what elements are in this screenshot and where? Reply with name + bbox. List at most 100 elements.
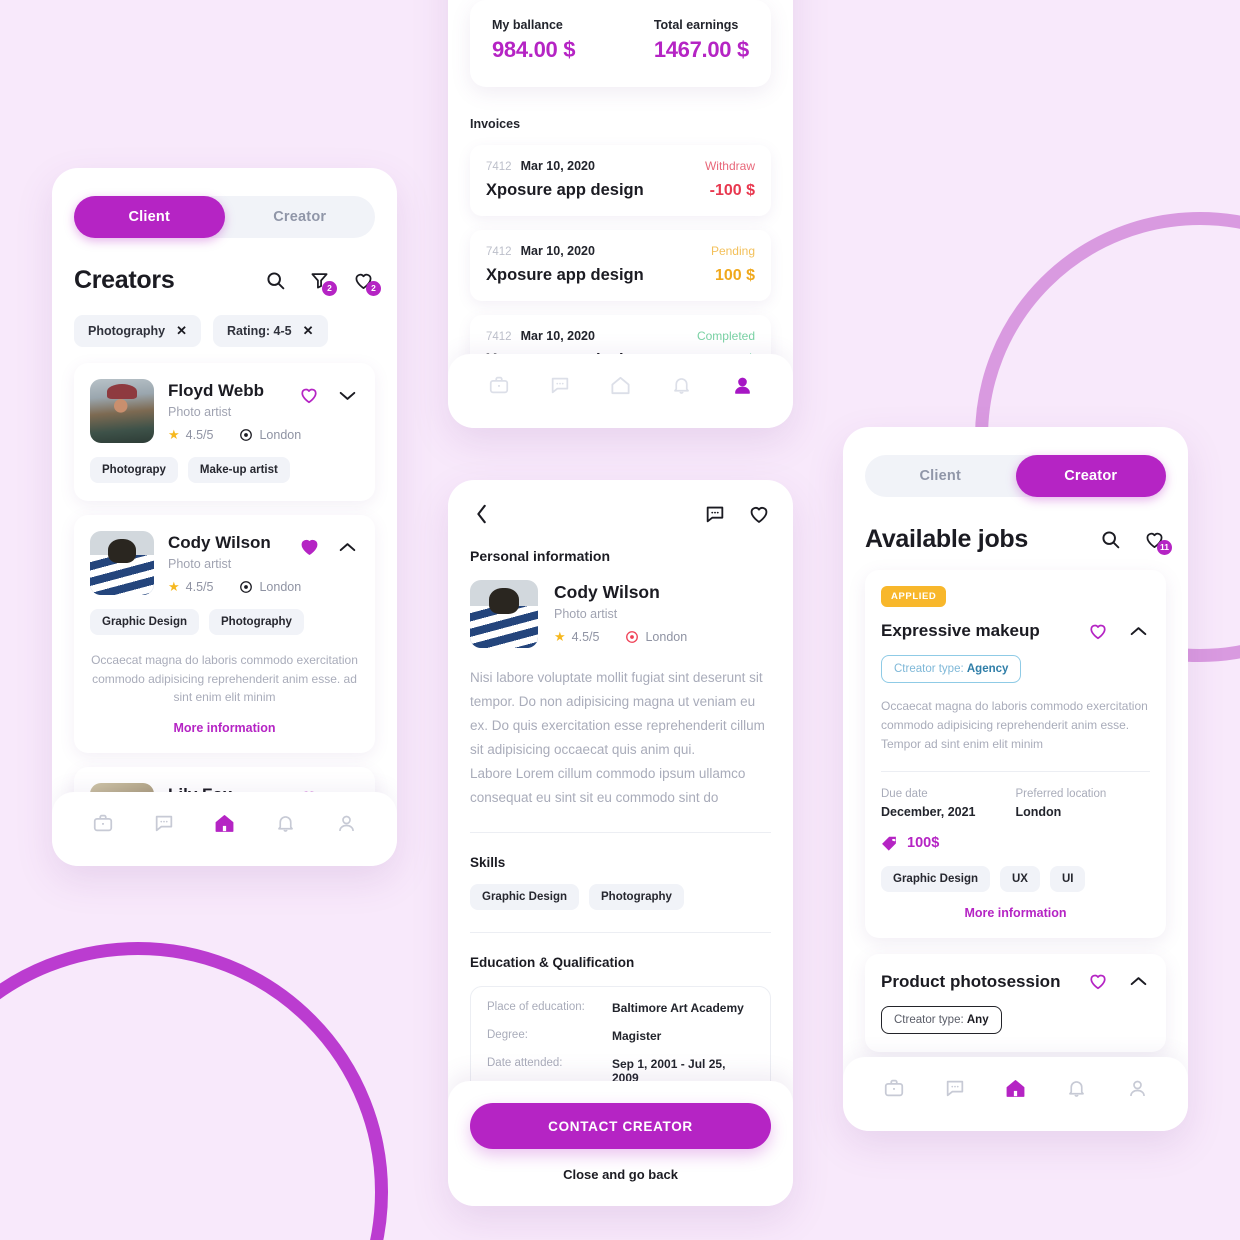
nav-profile-icon[interactable] bbox=[332, 808, 362, 838]
invoice-row[interactable]: 7412 Mar 10, 2020 Withdraw Xposure app d… bbox=[470, 145, 771, 216]
star-icon: ★ bbox=[168, 579, 180, 594]
creator-name: Cody Wilson bbox=[168, 533, 271, 552]
favorite-heart-icon-filled[interactable] bbox=[297, 535, 321, 559]
price-tag-icon bbox=[882, 836, 896, 851]
chevron-down-icon[interactable] bbox=[335, 383, 359, 407]
location-value: London bbox=[259, 428, 302, 442]
segment-client[interactable]: Client bbox=[74, 196, 225, 238]
creator-type-value: Agency bbox=[966, 663, 1009, 675]
close-icon[interactable]: ✕ bbox=[176, 323, 187, 339]
segment-creator[interactable]: Creator bbox=[1015, 455, 1166, 497]
avatar bbox=[90, 531, 154, 595]
nav-chat-icon[interactable] bbox=[940, 1073, 970, 1103]
close-icon[interactable]: ✕ bbox=[303, 323, 314, 339]
nav-briefcase-icon[interactable] bbox=[484, 370, 514, 400]
creator-card-header: Floyd Webb Photo artist ★ 4.5/5 London bbox=[90, 379, 359, 443]
job-card[interactable]: APPLIED Expressive makeup Ctreator type:… bbox=[865, 570, 1166, 938]
phone-available-jobs: Client Creator Available jobs 11 APPLIED… bbox=[843, 427, 1188, 1131]
chat-icon[interactable] bbox=[703, 502, 727, 526]
skill-tag: Graphic Design bbox=[470, 884, 579, 911]
creator-type-prefix: Ctreator type: bbox=[894, 1013, 967, 1026]
chevron-up-icon[interactable] bbox=[1126, 619, 1150, 643]
nav-chat-icon[interactable] bbox=[149, 808, 179, 838]
nav-home-icon[interactable] bbox=[210, 808, 240, 838]
search-icon[interactable] bbox=[1098, 528, 1122, 552]
more-information-link[interactable]: More information bbox=[881, 906, 1150, 920]
nav-briefcase-icon[interactable] bbox=[879, 1073, 909, 1103]
back-arrow-icon[interactable] bbox=[470, 502, 494, 526]
job-price: 100$ bbox=[907, 835, 940, 852]
location-stat: London bbox=[239, 428, 301, 442]
filter-icon[interactable]: 2 bbox=[307, 269, 337, 296]
nav-profile-icon[interactable] bbox=[728, 370, 758, 400]
balance-card: My ballance 984.00 $ Total earnings 1467… bbox=[470, 0, 771, 87]
rating-value: 4.5/5 bbox=[185, 580, 214, 594]
segment-creator[interactable]: Creator bbox=[225, 196, 376, 238]
invoice-row-top: 7412 Mar 10, 2020 Withdraw bbox=[486, 159, 755, 173]
contact-creator-button[interactable]: CONTACT CREATOR bbox=[470, 1103, 771, 1149]
location-value: London bbox=[1015, 804, 1062, 819]
location-column: Preferred location London bbox=[1016, 788, 1151, 819]
role-segmented-control[interactable]: Client Creator bbox=[74, 196, 375, 238]
education-key: Degree: bbox=[487, 1029, 528, 1042]
profile-bio-paragraph-1: Nisi labore voluptate mollit fugiat sint… bbox=[470, 670, 765, 758]
filter-chip-rating[interactable]: Rating: 4-5 ✕ bbox=[213, 315, 328, 347]
invoice-row[interactable]: 7412 Mar 10, 2020 Pending Xposure app de… bbox=[470, 230, 771, 301]
active-filters: Photography ✕ Rating: 4-5 ✕ bbox=[74, 315, 375, 347]
segment-client[interactable]: Client bbox=[865, 455, 1016, 497]
education-row: Degree: Magister bbox=[487, 1029, 754, 1043]
phone-creator-profile: Personal information Cody Wilson Photo a… bbox=[448, 480, 793, 1206]
balance-column: My ballance 984.00 $ bbox=[492, 18, 576, 63]
filter-chip-photography[interactable]: Photography ✕ bbox=[74, 315, 201, 347]
favorite-heart-icon[interactable] bbox=[1086, 619, 1110, 643]
rating-stat: ★ 4.5/5 bbox=[168, 427, 213, 443]
creator-card-meta: Cody Wilson Photo artist ★ 4.5/5 London bbox=[168, 531, 301, 595]
creator-role: Photo artist bbox=[168, 405, 232, 419]
nav-bell-icon[interactable] bbox=[1062, 1073, 1092, 1103]
location-stat: London bbox=[239, 580, 301, 594]
chevron-up-icon[interactable] bbox=[1126, 970, 1150, 994]
close-and-go-back-button[interactable]: Close and go back bbox=[470, 1167, 771, 1182]
title-icon-group: 11 bbox=[1098, 528, 1172, 555]
job-title: Product photosession bbox=[881, 971, 1061, 991]
tag: Graphic Design bbox=[90, 609, 199, 635]
favorite-heart-icon[interactable] bbox=[1086, 970, 1110, 994]
education-key: Place of education: bbox=[487, 1001, 585, 1014]
favorite-heart-icon[interactable] bbox=[747, 502, 771, 526]
favorite-heart-icon[interactable] bbox=[297, 383, 321, 407]
creator-card[interactable]: Cody Wilson Photo artist ★ 4.5/5 London … bbox=[74, 515, 375, 753]
creator-stats: ★ 4.5/5 London bbox=[168, 579, 301, 595]
chevron-up-icon[interactable] bbox=[335, 535, 359, 559]
location-pin-icon bbox=[626, 631, 639, 643]
job-description: Occaecat magna do laboris commodo exerci… bbox=[881, 699, 1148, 752]
status-badge: APPLIED bbox=[881, 586, 947, 607]
creator-card[interactable]: Floyd Webb Photo artist ★ 4.5/5 London P… bbox=[74, 363, 375, 501]
profile-bio-paragraph-2: Labore Lorem cillum commodo ipsum ullamc… bbox=[470, 766, 746, 806]
invoice-date: Mar 10, 2020 bbox=[520, 159, 595, 173]
nav-home-icon[interactable] bbox=[606, 370, 636, 400]
role-segmented-control[interactable]: Client Creator bbox=[865, 455, 1166, 497]
creator-tags: Photograpy Make-up artist bbox=[90, 457, 359, 483]
education-row: Place of education: Baltimore Art Academ… bbox=[487, 1001, 754, 1015]
favorites-heart-icon[interactable]: 2 bbox=[351, 269, 381, 296]
nav-bell-icon[interactable] bbox=[271, 808, 301, 838]
nav-profile-icon[interactable] bbox=[1123, 1073, 1153, 1103]
search-icon[interactable] bbox=[263, 269, 287, 293]
tag: Photography bbox=[209, 609, 304, 635]
creator-card-meta: Floyd Webb Photo artist ★ 4.5/5 London bbox=[168, 379, 301, 443]
nav-bell-icon[interactable] bbox=[667, 370, 697, 400]
jobs-title-row: Available jobs 11 bbox=[865, 525, 1172, 555]
creator-card-actions bbox=[297, 379, 359, 443]
job-card-actions bbox=[1086, 970, 1150, 994]
decorative-ring-bottom-left bbox=[0, 942, 388, 1240]
nav-chat-icon[interactable] bbox=[545, 370, 575, 400]
favorites-heart-icon[interactable]: 11 bbox=[1142, 528, 1172, 555]
more-information-link[interactable]: More information bbox=[90, 721, 359, 735]
job-card[interactable]: Product photosession Ctreator type: Any bbox=[865, 953, 1166, 1052]
due-date-column: Due date December, 2021 bbox=[881, 788, 1016, 819]
creator-card-header: Cody Wilson Photo artist ★ 4.5/5 London bbox=[90, 531, 359, 595]
profile-name: Cody Wilson bbox=[554, 582, 660, 602]
star-icon: ★ bbox=[554, 629, 566, 644]
nav-briefcase-icon[interactable] bbox=[88, 808, 118, 838]
nav-home-icon[interactable] bbox=[1001, 1073, 1031, 1103]
